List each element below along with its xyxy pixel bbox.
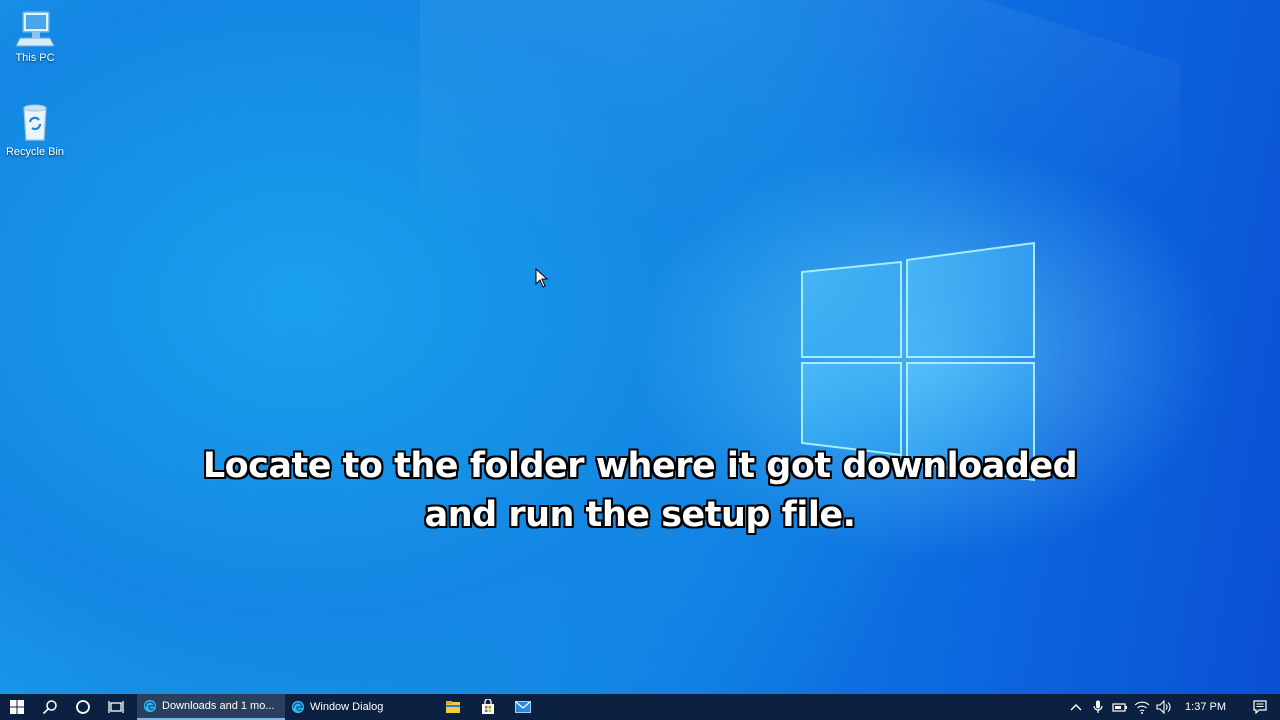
- pinned-store[interactable]: [470, 694, 505, 720]
- caption-line-2: and run the setup file.: [424, 495, 856, 535]
- microphone-icon: [1093, 700, 1103, 713]
- microphone-button[interactable]: [1087, 694, 1109, 720]
- desktop-icon-recycle-bin[interactable]: Recycle Bin: [0, 102, 70, 158]
- battery-icon: [1112, 703, 1128, 712]
- desktop-icon-this-pc[interactable]: This PC: [0, 8, 70, 64]
- windows-logo-icon: [9, 700, 24, 714]
- start-button[interactable]: [0, 694, 33, 720]
- action-center-button[interactable]: [1240, 694, 1280, 720]
- taskbar-app-label: Window Dialog: [310, 701, 384, 713]
- search-button[interactable]: [33, 694, 66, 720]
- battery-button[interactable]: [1109, 694, 1131, 720]
- edge-icon: [143, 699, 157, 713]
- recycle-bin-icon: [0, 102, 70, 144]
- volume-button[interactable]: [1153, 694, 1175, 720]
- volume-icon: [1156, 700, 1171, 714]
- search-icon: [42, 700, 57, 715]
- cortana-button[interactable]: [66, 694, 99, 720]
- caption-line-1: Locate to the folder where it got downlo…: [202, 446, 1078, 486]
- desktop: This PC Recycle Bin Locate to the folder…: [0, 0, 1280, 694]
- edge-icon: [291, 700, 305, 714]
- cortana-circle-icon: [75, 700, 90, 714]
- network-button[interactable]: [1131, 694, 1153, 720]
- store-icon: [481, 699, 494, 714]
- chevron-up-icon: [1070, 704, 1082, 711]
- mail-icon: [514, 701, 531, 713]
- file-explorer-icon: [445, 701, 460, 713]
- clock[interactable]: 1:37 PM: [1175, 701, 1240, 713]
- desktop-icon-label: Recycle Bin: [5, 146, 65, 158]
- taskbar-app-downloads[interactable]: Downloads and 1 mo...: [137, 694, 285, 720]
- windows-logo-wallpaper: [801, 241, 1035, 482]
- show-hidden-icons-button[interactable]: [1065, 694, 1087, 720]
- taskbar-app-window-dialog[interactable]: Window Dialog: [285, 694, 435, 720]
- system-tray: 1:37 PM: [1065, 694, 1280, 720]
- mouse-cursor-icon: [535, 268, 549, 288]
- pinned-mail[interactable]: [505, 694, 540, 720]
- taskbar-app-label: Downloads and 1 mo...: [162, 700, 275, 712]
- task-view-icon: [107, 701, 124, 713]
- wifi-icon: [1134, 701, 1150, 714]
- computer-icon: [0, 8, 70, 50]
- desktop-icon-label: This PC: [15, 52, 55, 64]
- task-view-button[interactable]: [99, 694, 132, 720]
- pinned-file-explorer[interactable]: [435, 694, 470, 720]
- taskbar: Downloads and 1 mo... Window Dialog 1:37…: [0, 694, 1280, 720]
- notification-icon: [1253, 700, 1267, 714]
